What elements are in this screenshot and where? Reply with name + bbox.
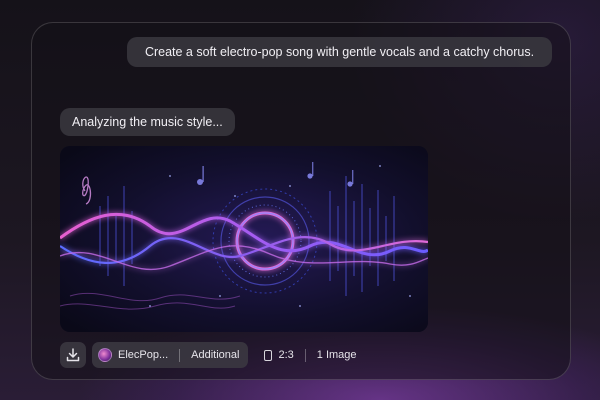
ratio-value: 2:3: [278, 349, 294, 361]
divider: [304, 348, 306, 362]
divider: [179, 348, 181, 362]
download-button[interactable]: [60, 342, 86, 368]
style-additional: Additional: [191, 349, 240, 361]
download-icon: [66, 348, 80, 362]
style-selector[interactable]: ElecPop... Additional: [92, 342, 249, 368]
ratio-selector[interactable]: 2:3 1 Image: [254, 342, 366, 368]
style-name: ElecPop...: [118, 349, 169, 361]
status-bubble: Analyzing the music style...: [60, 108, 235, 136]
style-thumbnail-icon: [98, 348, 112, 362]
image-toolbar: ElecPop... Additional 2:3 1 Image: [60, 342, 367, 368]
aspect-ratio-icon: [264, 349, 273, 361]
image-count: 1 Image: [316, 349, 357, 361]
user-prompt-bubble: Create a soft electro-pop song with gent…: [127, 37, 552, 67]
music-wave-artwork: [60, 146, 428, 332]
generated-image[interactable]: [60, 146, 428, 332]
